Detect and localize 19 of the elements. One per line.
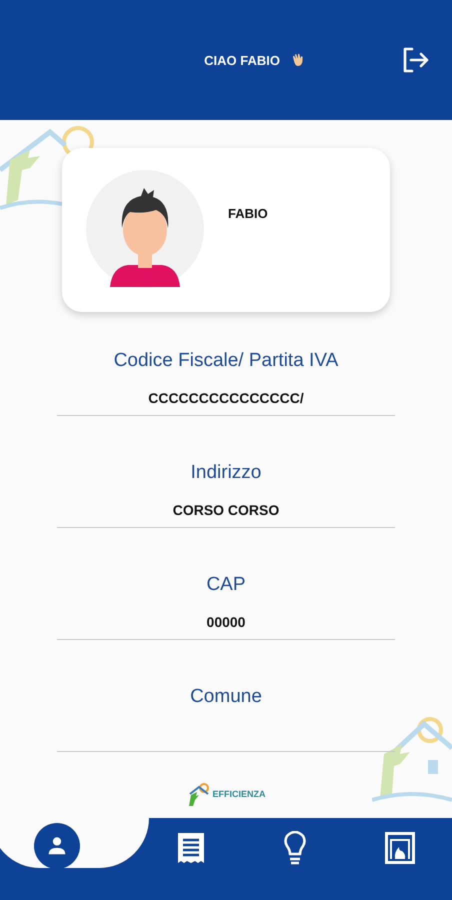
profile-name: FABIO	[228, 206, 268, 221]
light-bulb-icon	[283, 831, 308, 865]
receipt-icon	[176, 832, 205, 864]
field-value: CCCCCCCCCCCCCCC/	[148, 389, 304, 407]
field-label: Indirizzo	[190, 461, 262, 485]
receipt-tab[interactable]	[176, 830, 205, 866]
fireplace-icon	[384, 832, 415, 864]
person-icon	[46, 835, 68, 857]
field-value: CORSO CORSO	[172, 501, 280, 519]
fireplace-tab[interactable]	[384, 830, 415, 866]
brand-logo: EFFICIENZA	[186, 782, 266, 806]
logout-icon	[402, 46, 430, 74]
bulb-tab[interactable]	[283, 830, 308, 866]
field-label: Codice Fiscale/ Partita IVA	[114, 349, 338, 373]
field-label: CAP	[206, 573, 246, 597]
field-value: 00000	[206, 613, 246, 631]
avatar-icon	[86, 170, 204, 288]
field-label: Comune	[190, 685, 262, 709]
greeting-text: CIAO FABIO	[204, 52, 280, 68]
